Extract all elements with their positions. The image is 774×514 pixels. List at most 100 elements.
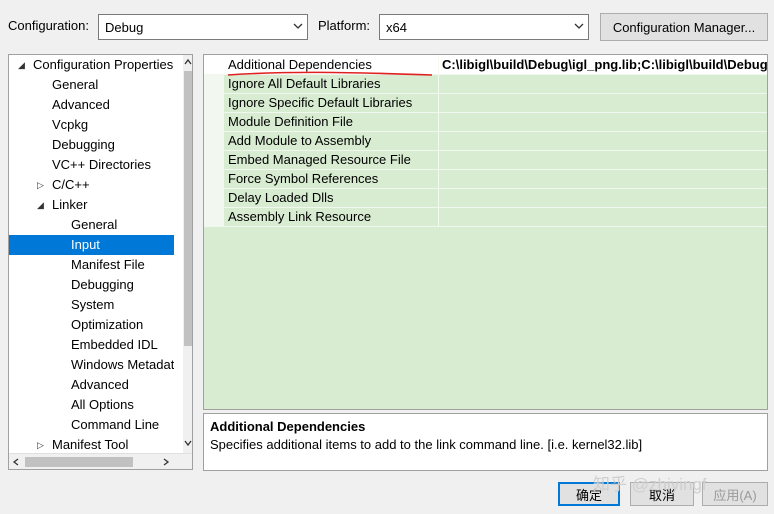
tree-item-label: C/C++ <box>52 177 90 192</box>
column-separator <box>438 207 439 226</box>
tree-vertical-thumb[interactable] <box>184 71 192 346</box>
collapse-arrow-icon[interactable]: ◢ <box>18 55 28 75</box>
scroll-left-icon[interactable] <box>12 458 20 466</box>
tree-item[interactable]: Advanced <box>9 375 174 395</box>
column-separator <box>438 74 439 93</box>
tree-item-label: VC++ Directories <box>52 157 151 172</box>
tree-item[interactable]: VC++ Directories <box>9 155 174 175</box>
tree-item-label: Optimization <box>71 317 144 332</box>
property-row[interactable]: Assembly Link Resource <box>204 207 767 227</box>
chevron-down-icon <box>293 23 303 29</box>
scroll-down-icon[interactable] <box>184 439 192 447</box>
tree-horizontal-thumb[interactable] <box>25 457 133 467</box>
property-name: Delay Loaded Dlls <box>228 190 334 205</box>
property-row[interactable]: Add Module to Assembly <box>204 131 767 151</box>
property-name: Ignore Specific Default Libraries <box>228 95 413 110</box>
column-separator <box>438 169 439 188</box>
configuration-dropdown[interactable]: Debug <box>98 14 308 40</box>
tree-item-label: Debugging <box>71 277 134 292</box>
column-separator <box>438 188 439 207</box>
tree-item[interactable]: Manifest File <box>9 255 174 275</box>
configuration-label: Configuration: <box>8 18 89 33</box>
tree-item[interactable]: Embedded IDL <box>9 335 174 355</box>
row-margin <box>204 112 224 131</box>
tree-item[interactable]: Vcpkg <box>9 115 174 135</box>
property-name: Embed Managed Resource File <box>228 152 411 167</box>
tree-item-label: Manifest File <box>71 257 145 272</box>
tree-item[interactable]: ▷ C/C++ <box>9 175 174 195</box>
configuration-value: Debug <box>105 19 144 35</box>
tree-item-label: Vcpkg <box>52 117 89 132</box>
column-separator <box>438 150 439 169</box>
column-separator <box>438 112 439 131</box>
property-value[interactable]: C:\libigl\build\Debug\igl_png.lib;C:\lib… <box>442 55 767 74</box>
tree-item[interactable]: Windows Metadata <box>9 355 174 375</box>
expand-arrow-icon[interactable]: ▷ <box>37 435 47 455</box>
column-separator <box>438 131 439 150</box>
tree-item-label: General <box>71 217 118 232</box>
expand-arrow-icon[interactable]: ▷ <box>37 175 47 195</box>
platform-dropdown[interactable]: x64 <box>379 14 589 40</box>
property-row[interactable]: Force Symbol References <box>204 169 767 189</box>
tree-item[interactable]: ◢ Linker <box>9 195 174 215</box>
watermark-text: 知乎 @zhiyingf <box>593 475 707 494</box>
collapse-arrow-icon[interactable]: ◢ <box>37 195 47 215</box>
configuration-manager-button[interactable]: Configuration Manager... <box>600 13 768 41</box>
row-margin <box>204 74 224 93</box>
property-value[interactable] <box>442 74 767 93</box>
property-value[interactable] <box>442 188 767 207</box>
tree-item-label: All Options <box>71 397 134 412</box>
scroll-right-icon[interactable] <box>162 458 170 466</box>
property-name: Force Symbol References <box>228 171 379 186</box>
tree-item[interactable]: Advanced <box>9 95 174 115</box>
row-margin <box>204 131 224 150</box>
property-row[interactable]: Embed Managed Resource File <box>204 150 767 170</box>
tree-item[interactable]: Debugging <box>9 275 174 295</box>
tree-item[interactable]: All Options <box>9 395 174 415</box>
apply-button[interactable]: 应用(A) <box>702 482 768 506</box>
property-tree: ◢ Configuration Properties General Advanced… <box>8 54 193 470</box>
tree-item-label: Debugging <box>52 137 115 152</box>
property-row[interactable]: Module Definition File <box>204 112 767 132</box>
tree-item[interactable]: Debugging <box>9 135 174 155</box>
property-row[interactable]: Delay Loaded Dlls <box>204 188 767 208</box>
property-row[interactable]: Ignore Specific Default Libraries <box>204 93 767 113</box>
scroll-up-icon[interactable] <box>184 58 192 66</box>
column-separator <box>438 93 439 112</box>
property-value[interactable] <box>442 112 767 131</box>
platform-value: x64 <box>386 19 407 35</box>
property-value[interactable] <box>442 93 767 112</box>
tree-item-label: Input <box>71 237 100 252</box>
row-margin <box>204 150 224 169</box>
tree-item-label: Advanced <box>71 377 129 392</box>
row-margin <box>204 169 224 188</box>
row-margin <box>204 55 224 74</box>
tree-item-label: Windows Metadata <box>71 357 174 372</box>
tree-horizontal-scrollbar[interactable] <box>9 453 192 469</box>
property-value[interactable] <box>442 207 767 226</box>
column-separator <box>438 55 439 74</box>
property-value[interactable] <box>442 131 767 150</box>
tree-item[interactable]: Input <box>9 235 174 255</box>
property-value[interactable] <box>442 150 767 169</box>
tree-item-label: General <box>52 77 99 92</box>
tree-item[interactable]: ◢ Configuration Properties <box>9 55 174 75</box>
tree-item[interactable]: General <box>9 75 174 95</box>
tree-vertical-scrollbar[interactable] <box>183 55 192 453</box>
tree-item[interactable]: Optimization <box>9 315 174 335</box>
platform-label: Platform: <box>318 18 371 33</box>
tree-item[interactable]: System <box>9 295 174 315</box>
tree-item[interactable]: ▷ Manifest Tool <box>9 435 174 455</box>
tree-item-label: System <box>71 297 115 312</box>
tree-item-label: Manifest Tool <box>52 437 129 452</box>
tree-item[interactable]: General <box>9 215 174 235</box>
row-margin <box>204 93 224 112</box>
tree-item[interactable]: Command Line <box>9 415 174 435</box>
property-value[interactable] <box>442 169 767 188</box>
tree-item-label: Configuration Properties <box>33 57 174 72</box>
row-margin <box>204 207 224 226</box>
property-name: Add Module to Assembly <box>228 133 372 148</box>
description-panel: Additional Dependencies Specifies additi… <box>203 413 768 471</box>
tree-item-label: Embedded IDL <box>71 337 158 352</box>
tree-item-label: Command Line <box>71 417 160 432</box>
